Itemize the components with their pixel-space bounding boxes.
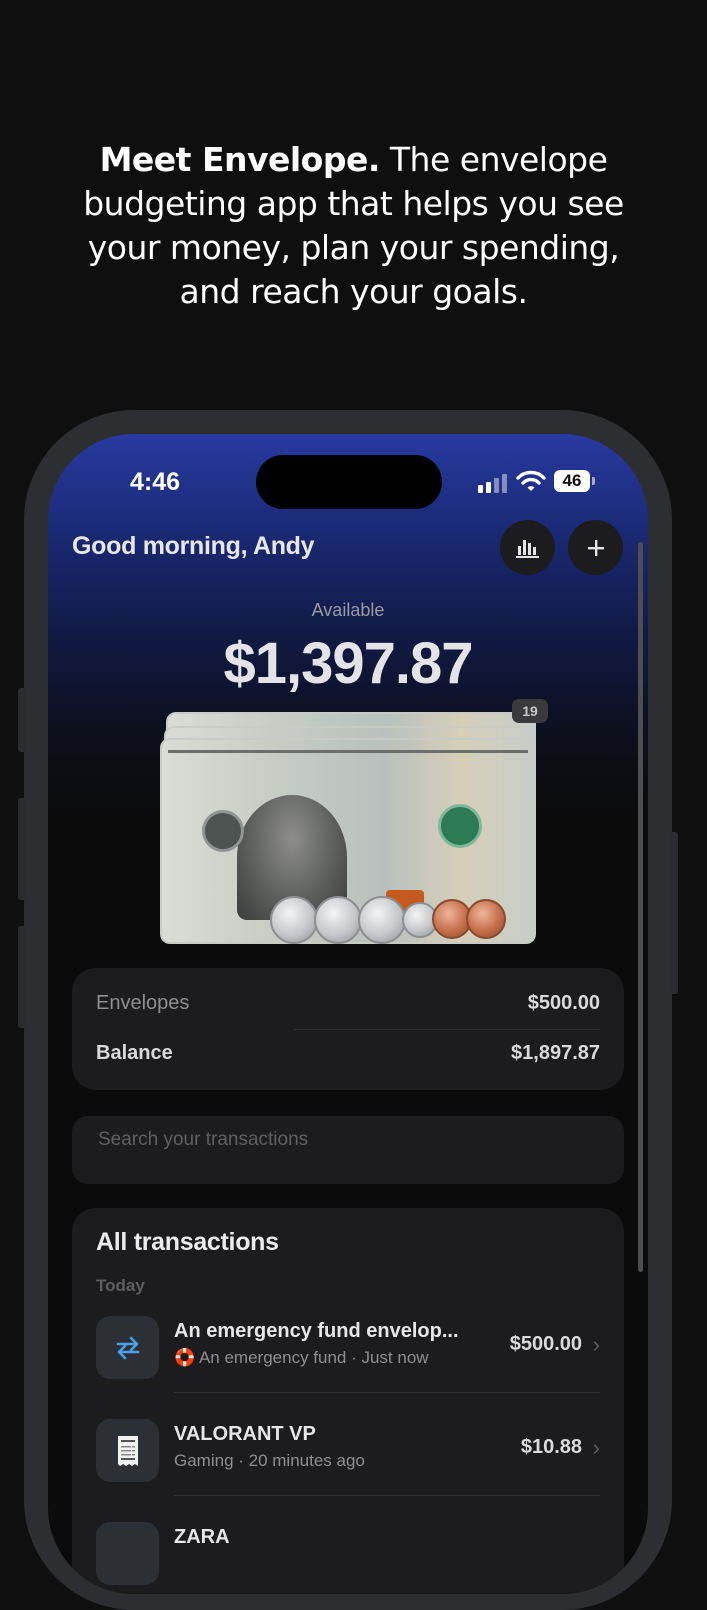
available-label: Available xyxy=(311,600,385,620)
search-bar xyxy=(72,1116,624,1184)
chevron-right-icon: › xyxy=(592,1435,600,1460)
coin-quarter xyxy=(270,896,318,944)
transaction-name: VALORANT VP xyxy=(174,1423,316,1445)
balance-label: Balance xyxy=(96,1042,173,1064)
transactions-title: All transactions xyxy=(96,1228,279,1256)
balance-value: $1,897.87 xyxy=(511,1042,600,1064)
coin-quarter xyxy=(314,896,362,944)
envelopes-value: $500.00 xyxy=(527,992,600,1014)
transfer-icon xyxy=(96,1316,159,1379)
battery-indicator: 46 xyxy=(554,470,590,492)
available-amount: $1,397.87 xyxy=(223,631,473,696)
plus-icon xyxy=(587,539,604,556)
bar-chart-icon xyxy=(515,539,539,558)
transaction-amount: $500.00 xyxy=(509,1333,582,1355)
envelopes-label: Envelopes xyxy=(96,992,190,1014)
transaction-name: An emergency fund envelop... xyxy=(174,1320,459,1342)
row-divider xyxy=(174,1392,600,1393)
transaction-name: ZARA xyxy=(174,1526,230,1548)
app-screen: 4:46 46 Good morning, Andy Available $1,… xyxy=(48,434,648,1594)
row-divider xyxy=(174,1495,600,1496)
bill-seal-green xyxy=(438,804,482,848)
receipt-icon xyxy=(96,1419,159,1482)
chevron-right-icon: › xyxy=(592,1332,600,1357)
transaction-amount: $10.88 xyxy=(520,1436,582,1458)
dynamic-island xyxy=(256,455,442,509)
volume-up-button xyxy=(18,798,26,900)
coin-penny xyxy=(466,899,506,939)
transaction-row[interactable]: An emergency fund envelop... 🛟 An emerge… xyxy=(96,1303,600,1393)
scrollbar[interactable] xyxy=(638,542,643,1272)
transaction-meta: Gaming · 20 minutes ago xyxy=(174,1451,365,1470)
cash-illustration: 19 xyxy=(158,698,548,948)
bill-seal-gray xyxy=(202,810,244,852)
wifi-icon xyxy=(516,470,546,491)
summary-divider xyxy=(294,1029,600,1030)
section-header-today: Today xyxy=(96,1276,145,1295)
add-button[interactable] xyxy=(568,520,623,575)
power-button xyxy=(670,832,678,994)
status-time: 4:46 xyxy=(130,468,181,496)
transaction-meta: 🛟 An emergency fund · Just now xyxy=(174,1348,429,1367)
marketing-headline: Meet Envelope. The envelope budgeting ap… xyxy=(60,138,647,314)
stats-button[interactable] xyxy=(500,520,555,575)
action-button xyxy=(18,688,26,752)
coin-quarter xyxy=(358,896,406,944)
cash-count-badge: 19 xyxy=(512,699,548,723)
search-input[interactable] xyxy=(96,1128,600,1152)
headline-bold: Meet Envelope. xyxy=(99,140,381,179)
transaction-row[interactable]: VALORANT VP Gaming · 20 minutes ago $10.… xyxy=(96,1406,600,1496)
volume-down-button xyxy=(18,926,26,1028)
greeting: Good morning, Andy xyxy=(72,532,315,560)
receipt-icon xyxy=(96,1522,159,1585)
battery-tip xyxy=(592,477,595,485)
transaction-row[interactable]: ZARA xyxy=(96,1509,600,1594)
transactions-card: All transactions Today An emergency fund… xyxy=(72,1208,624,1594)
summary-card: Envelopes $500.00 Balance $1,897.87 xyxy=(72,968,624,1090)
cellular-signal-icon xyxy=(478,474,507,493)
